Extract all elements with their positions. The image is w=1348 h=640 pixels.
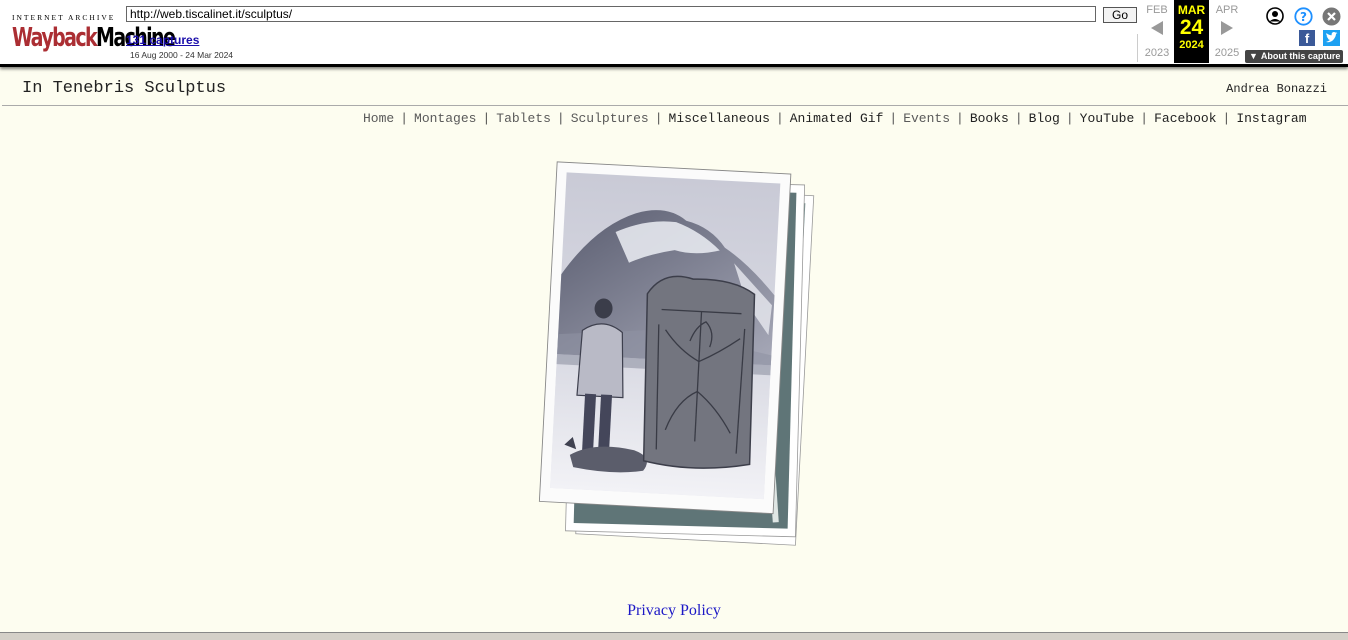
nav-separator: | bbox=[956, 111, 964, 126]
go-button[interactable]: Go bbox=[1103, 7, 1137, 23]
captures-link[interactable]: 131 captures bbox=[126, 33, 199, 47]
logo-internet-archive-text: INTERNET ARCHIVE bbox=[12, 13, 116, 22]
calendar-divider bbox=[1137, 34, 1138, 62]
next-year[interactable]: 2025 bbox=[1209, 47, 1245, 59]
nav-separator: | bbox=[1014, 111, 1023, 126]
nav-item-animated-gif[interactable]: Animated Gif bbox=[790, 111, 884, 126]
calendar-prev-column[interactable]: FEB 2023 bbox=[1139, 0, 1175, 59]
current-day: 24 bbox=[1179, 16, 1204, 39]
nav-item-blog[interactable]: Blog bbox=[1029, 111, 1060, 126]
user-icon[interactable] bbox=[1266, 7, 1284, 25]
nav-separator: | bbox=[482, 111, 491, 126]
calendar-current-column: MAR 24 2024 bbox=[1174, 0, 1209, 63]
nav-separator: | bbox=[889, 111, 898, 126]
front-photo bbox=[538, 161, 792, 515]
current-year: 2024 bbox=[1179, 39, 1204, 51]
wayback-toolbar: INTERNET ARCHIVE WaybackMachine http://w… bbox=[0, 0, 1348, 67]
nav-separator: | bbox=[1222, 111, 1231, 126]
nav-item-home[interactable]: Home bbox=[363, 111, 394, 126]
prev-arrow-icon[interactable] bbox=[1139, 20, 1175, 38]
main-nav: Home | Montages | Tablets | Sculptures | Miscell… bbox=[363, 111, 1307, 126]
nav-item-miscellaneous[interactable]: Miscellaneous bbox=[669, 111, 770, 126]
about-capture-button[interactable]: ▼ About this capture bbox=[1245, 50, 1343, 63]
url-input[interactable]: http://web.tiscalinet.it/sculptus/ bbox=[126, 6, 1096, 22]
next-arrow-icon[interactable] bbox=[1209, 20, 1245, 38]
nav-item-instagram[interactable]: Instagram bbox=[1236, 111, 1306, 126]
site-title: In Tenebris Sculptus bbox=[22, 79, 227, 98]
nav-item-youtube[interactable]: YouTube bbox=[1080, 111, 1135, 126]
help-icon[interactable]: ? bbox=[1294, 7, 1313, 26]
nav-separator: | bbox=[400, 111, 409, 126]
nav-item-facebook[interactable]: Facebook bbox=[1154, 111, 1216, 126]
twitter-icon[interactable] bbox=[1323, 30, 1340, 46]
privacy-policy-link[interactable]: Privacy Policy bbox=[0, 602, 1348, 620]
capture-date-range: 16 Aug 2000 - 24 Mar 2024 bbox=[130, 50, 234, 60]
photo-stack-image bbox=[530, 160, 820, 550]
nav-item-montages[interactable]: Montages bbox=[414, 111, 476, 126]
nav-item-sculptures[interactable]: Sculptures bbox=[571, 111, 649, 126]
calendar-next-column[interactable]: APR 2025 bbox=[1209, 0, 1245, 59]
facebook-icon[interactable]: f bbox=[1299, 30, 1315, 46]
nav-item-books[interactable]: Books bbox=[970, 111, 1009, 126]
nav-item-events[interactable]: Events bbox=[903, 111, 950, 126]
nav-separator: | bbox=[1065, 111, 1074, 126]
site-author: Andrea Bonazzi bbox=[1226, 82, 1327, 96]
nav-separator: | bbox=[654, 111, 663, 126]
nav-separator: | bbox=[775, 111, 784, 126]
current-month: MAR bbox=[1177, 3, 1206, 17]
wayback-logo[interactable]: INTERNET ARCHIVE WaybackMachine bbox=[12, 10, 176, 54]
nav-separator: | bbox=[1140, 111, 1149, 126]
caret-down-icon: ▼ bbox=[1249, 51, 1258, 61]
nav-item-tablets[interactable]: Tablets bbox=[496, 111, 551, 126]
svg-text:?: ? bbox=[1300, 10, 1307, 24]
header-divider bbox=[2, 105, 1348, 106]
prev-year[interactable]: 2023 bbox=[1139, 47, 1175, 59]
close-icon[interactable] bbox=[1322, 7, 1341, 26]
next-month[interactable]: APR bbox=[1209, 4, 1245, 16]
nav-separator: | bbox=[556, 111, 565, 126]
prev-month[interactable]: FEB bbox=[1139, 4, 1175, 16]
about-capture-label: About this capture bbox=[1260, 51, 1341, 61]
